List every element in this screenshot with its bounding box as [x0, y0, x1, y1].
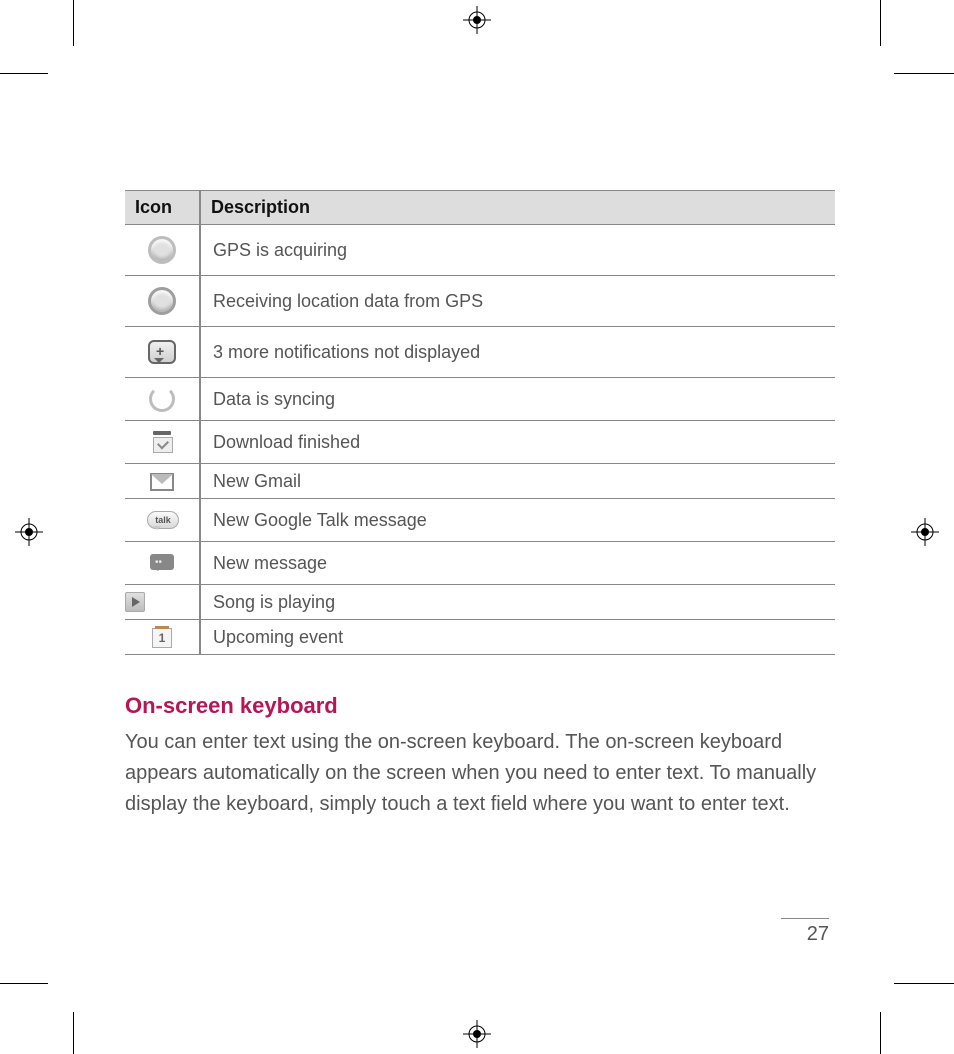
upcoming-event-icon: 1: [125, 620, 200, 655]
table-row: +3 more notifications not displayed: [125, 327, 835, 378]
song-playing-icon: [125, 585, 200, 620]
crop-mark: [73, 0, 74, 46]
registration-mark-icon: [463, 6, 491, 34]
gmail-icon: [125, 464, 200, 499]
icon-description: Upcoming event: [200, 620, 835, 655]
table-row: Data is syncing: [125, 378, 835, 421]
page-number: 27: [781, 923, 829, 946]
crop-mark: [880, 0, 881, 46]
icon-description: New message: [200, 542, 835, 585]
download-finished-icon: [125, 421, 200, 464]
crop-mark: [894, 983, 954, 984]
gps-receiving-icon: [125, 276, 200, 327]
more-notifications-icon: +: [125, 327, 200, 378]
table-row: Download finished: [125, 421, 835, 464]
table-header-description: Description: [200, 191, 835, 225]
table-row: talkNew Google Talk message: [125, 499, 835, 542]
table-row: Song is playing: [125, 585, 835, 620]
icon-description: Data is syncing: [200, 378, 835, 421]
registration-mark-icon: [463, 1020, 491, 1048]
table-row: Receiving location data from GPS: [125, 276, 835, 327]
icon-description: GPS is acquiring: [200, 225, 835, 276]
icon-description-table: Icon Description GPS is acquiringReceivi…: [125, 190, 835, 655]
crop-mark: [0, 73, 48, 74]
new-message-icon: ••: [125, 542, 200, 585]
icon-description: Receiving location data from GPS: [200, 276, 835, 327]
crop-mark: [880, 1012, 881, 1054]
crop-mark: [0, 983, 48, 984]
icon-description: New Google Talk message: [200, 499, 835, 542]
table-row: GPS is acquiring: [125, 225, 835, 276]
section-body: You can enter text using the on-screen k…: [125, 727, 835, 820]
google-talk-icon: talk: [125, 499, 200, 542]
table-row: ••New message: [125, 542, 835, 585]
registration-mark-icon: [15, 518, 43, 546]
icon-description: Song is playing: [200, 585, 835, 620]
page-number-rule: [781, 918, 829, 919]
table-header-icon: Icon: [125, 191, 200, 225]
table-row: 1Upcoming event: [125, 620, 835, 655]
crop-mark: [73, 1012, 74, 1054]
table-row: New Gmail: [125, 464, 835, 499]
icon-description: 3 more notifications not displayed: [200, 327, 835, 378]
gps-acquiring-icon: [125, 225, 200, 276]
sync-icon: [125, 378, 200, 421]
page-number-block: 27: [781, 918, 829, 946]
manual-page: Icon Description GPS is acquiringReceivi…: [0, 0, 954, 1054]
icon-description: New Gmail: [200, 464, 835, 499]
section-heading: On-screen keyboard: [125, 693, 835, 719]
icon-description: Download finished: [200, 421, 835, 464]
crop-mark: [894, 73, 954, 74]
registration-mark-icon: [911, 518, 939, 546]
page-content: Icon Description GPS is acquiringReceivi…: [125, 190, 835, 820]
